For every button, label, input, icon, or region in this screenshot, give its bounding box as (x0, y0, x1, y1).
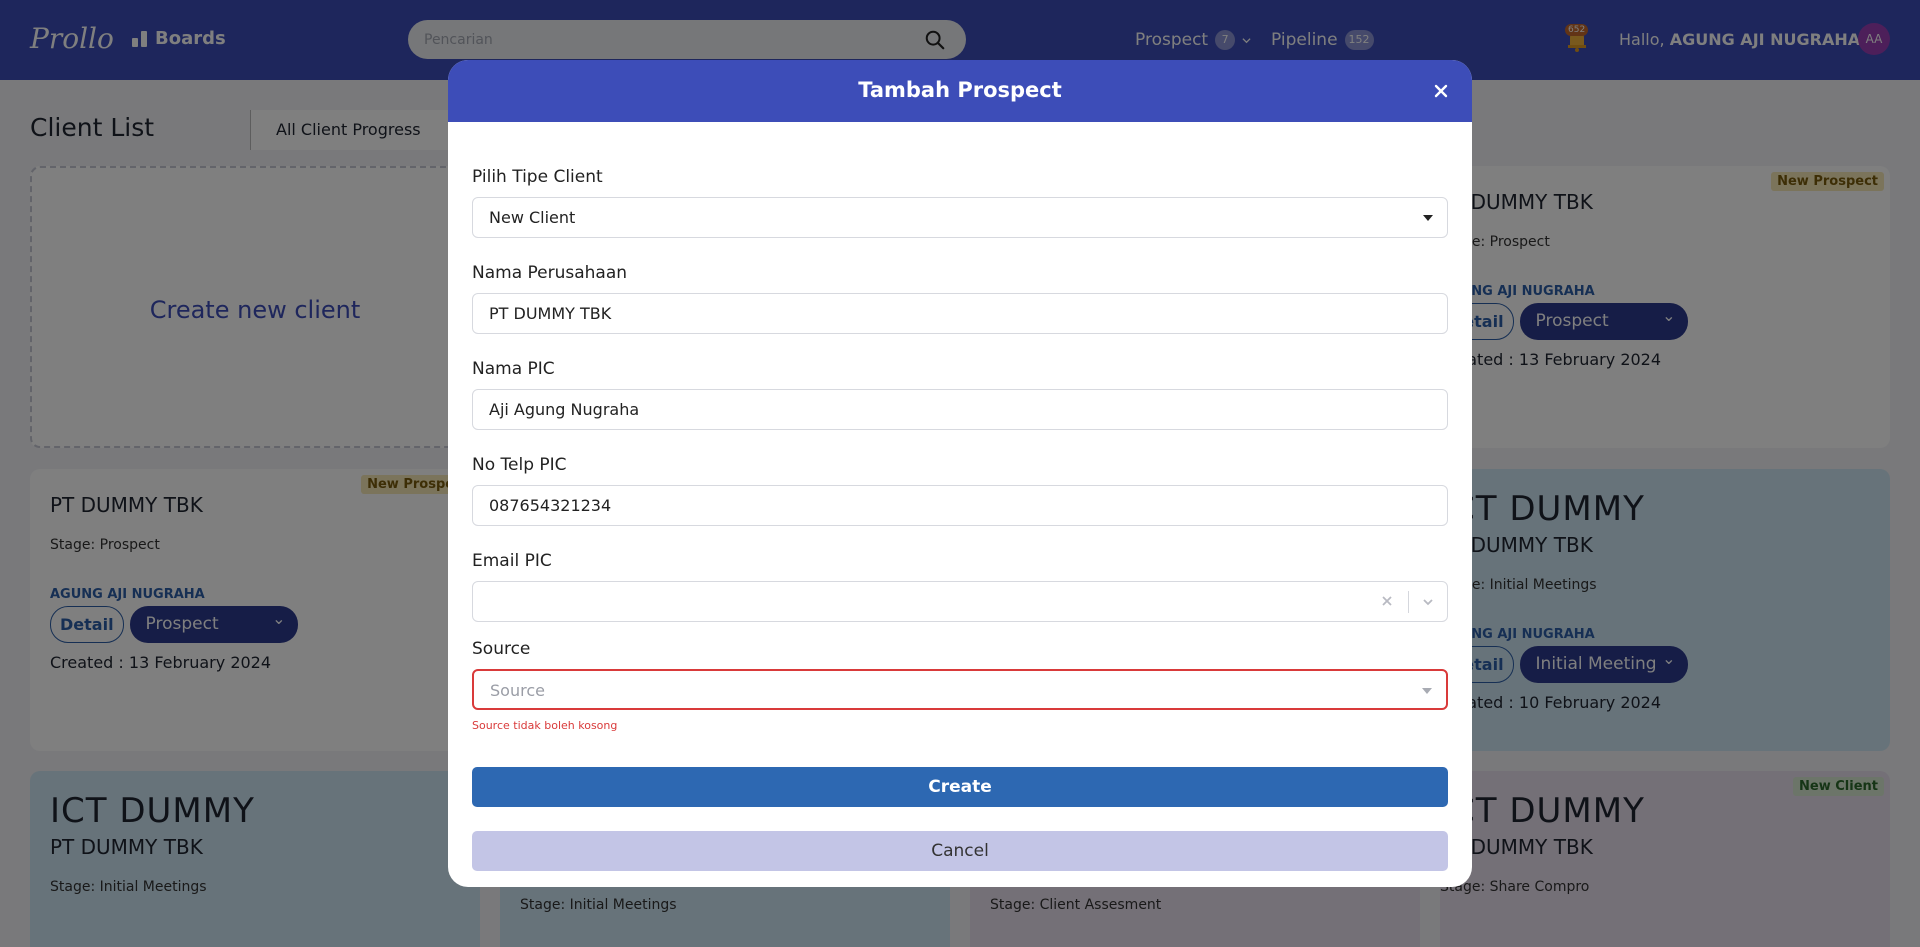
pic-name-value: Aji Agung Nugraha (489, 400, 640, 419)
modal-title: Tambah Prospect (858, 78, 1062, 102)
pic-email-select[interactable] (472, 581, 1448, 622)
company-name-label: Nama Perusahaan (472, 263, 628, 283)
company-name-value: PT DUMMY TBK (489, 304, 612, 323)
source-label: Source (472, 639, 531, 659)
pic-phone-label: No Telp PIC (472, 455, 567, 475)
caret-down-icon (1422, 688, 1432, 694)
client-type-value: New Client (489, 208, 576, 227)
pic-phone-field[interactable]: 087654321234 (472, 485, 1448, 526)
client-type-select[interactable]: New Client (472, 197, 1448, 238)
source-select[interactable] (472, 669, 1448, 710)
field-separator (1408, 591, 1409, 613)
pic-name-field[interactable]: Aji Agung Nugraha (472, 389, 1448, 430)
source-input[interactable] (490, 671, 1350, 710)
chevron-down-icon[interactable] (1421, 595, 1435, 609)
create-button[interactable]: Create (472, 767, 1448, 807)
pic-email-label: Email PIC (472, 551, 552, 571)
cancel-button[interactable]: Cancel (472, 831, 1448, 871)
pic-phone-value: 087654321234 (489, 496, 612, 515)
pic-name-label: Nama PIC (472, 359, 555, 379)
clear-icon[interactable] (1379, 593, 1395, 609)
source-error-message: Source tidak boleh kosong (472, 719, 618, 732)
close-icon[interactable] (1428, 78, 1454, 104)
modal-header: Tambah Prospect (448, 60, 1472, 122)
company-name-field[interactable]: PT DUMMY TBK (472, 293, 1448, 334)
caret-down-icon (1423, 215, 1433, 221)
add-prospect-modal: Tambah Prospect Pilih Tipe Client New Cl… (448, 60, 1472, 887)
client-type-label: Pilih Tipe Client (472, 167, 603, 187)
